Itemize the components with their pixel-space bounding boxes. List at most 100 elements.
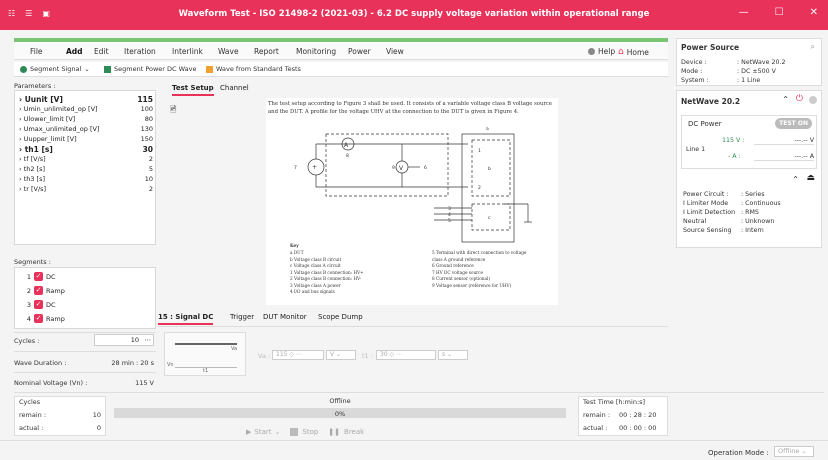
wave-from-standard-button[interactable]: Wave from Standard Tests — [206, 65, 301, 73]
va-input[interactable]: 115 ◇ ⋯ — [272, 350, 324, 360]
key-entry: 9 Voltage sensor (reference for UHV) — [432, 282, 512, 288]
tab-signal-dc[interactable]: 15 : Signal DC — [158, 313, 214, 325]
parameter-row[interactable]: › tf [V/s] 2 — [17, 155, 155, 164]
segment-name: Ramp — [46, 314, 65, 323]
image-icon[interactable]: 🖻 — [170, 104, 176, 118]
help-button[interactable]: Help — [588, 47, 615, 56]
plug-icon[interactable]: ⏏ — [806, 173, 815, 183]
parameter-name-text: th2 [s] — [23, 165, 46, 173]
tab-channel[interactable]: Channel — [220, 84, 249, 92]
collapse-icon[interactable]: ⌃ — [782, 95, 789, 104]
home-button[interactable]: ⌂ Home — [618, 47, 649, 57]
power-detail-label: Source Sensing — [683, 227, 732, 234]
menu-add[interactable]: Add — [66, 47, 83, 56]
parameter-name: › th3 [s] — [19, 175, 45, 183]
label-7: 7 — [294, 165, 297, 171]
parameter-value[interactable]: 2 — [149, 155, 153, 163]
segment-row[interactable]: 3 ✓ DC — [21, 299, 56, 310]
chevron-right-icon: › — [19, 185, 22, 193]
segment-checkbox[interactable]: ✓ — [34, 272, 43, 281]
operation-mode-select[interactable]: Offline ⌄ — [774, 446, 814, 457]
parameter-row[interactable]: › Umin_unlimited_op [V] 100 — [17, 105, 155, 114]
parameter-value[interactable]: 10 — [145, 175, 153, 183]
signal-tabs: 15 : Signal DC Trigger DUT Monitor Scope… — [158, 313, 458, 325]
parameter-value[interactable]: 80 — [145, 115, 153, 123]
tab-dut-monitor[interactable]: DUT Monitor — [263, 313, 307, 321]
progress-bar: 0% — [114, 408, 566, 418]
segment-power-dc-wave-button[interactable]: Segment Power DC Wave — [104, 65, 197, 73]
close-button[interactable]: ✕ — [810, 7, 818, 18]
parameter-value[interactable]: 115 — [137, 95, 153, 104]
parameter-value[interactable]: 30 — [143, 145, 153, 154]
test-on-button[interactable]: TEST ON — [775, 118, 812, 129]
test-time-remain-label: remain : — [583, 411, 611, 419]
parameter-name-text: Ulower_limit [V] — [23, 115, 76, 123]
menu-interlink[interactable]: Interlink — [172, 47, 203, 56]
t1-axis-label: t1 — [203, 368, 209, 374]
menu-report[interactable]: Report — [254, 47, 279, 56]
menu-edit[interactable]: Edit — [94, 47, 109, 56]
segment-row[interactable]: 2 ✓ Ramp — [21, 285, 65, 296]
connection-icon[interactable]: ⌕ — [811, 42, 815, 52]
parameter-row[interactable]: › Uunit [V] 115 — [17, 95, 155, 104]
stop-button[interactable]: Stop — [290, 428, 318, 436]
power-source-panel: Power Source ⌕ Device : : NetWave 20.2 M… — [676, 38, 822, 86]
parameter-row[interactable]: › Umax_unlimited_op [V] 130 — [17, 125, 155, 134]
menu-file[interactable]: File — [30, 47, 43, 56]
operation-mode-value: Offline — [778, 447, 800, 455]
parameter-value[interactable]: 5 — [149, 165, 153, 173]
line1-label: Line 1 — [686, 146, 706, 153]
maximize-button[interactable]: ☐ — [775, 7, 784, 18]
power-detail-label: I Limit Detection — [683, 209, 736, 216]
parameter-row[interactable]: › tr [V/s] 2 — [17, 185, 155, 194]
segment-checkbox[interactable]: ✓ — [34, 314, 43, 323]
t1-unit: s — [442, 351, 446, 358]
parameter-row[interactable]: › th2 [s] 5 — [17, 165, 155, 174]
tab-trigger[interactable]: Trigger — [230, 313, 254, 321]
menu-power[interactable]: Power — [348, 47, 371, 56]
parameter-value[interactable]: 130 — [141, 125, 153, 133]
home-label: Home — [626, 47, 649, 57]
segment-checkbox[interactable]: ✓ — [34, 286, 43, 295]
mode-label: Mode : — [681, 68, 703, 75]
run-status: Offline — [329, 397, 351, 405]
status-bar: Operation Mode : Offline ⌄ — [0, 440, 828, 460]
parameter-value[interactable]: 2 — [149, 185, 153, 193]
parameter-value[interactable]: 100 — [141, 105, 153, 113]
segment-name: Ramp — [46, 286, 65, 295]
t1-unit-select[interactable]: s ⌄ — [438, 350, 468, 360]
segment-row[interactable]: 1 ✓ DC — [21, 271, 56, 282]
parameter-row[interactable]: › Uupper_limit [V] 150 — [17, 135, 155, 144]
parameter-row[interactable]: › Ulower_limit [V] 80 — [17, 115, 155, 124]
label-b: b — [488, 166, 491, 172]
start-button[interactable]: ▶ Start ⌄ — [246, 428, 280, 436]
segment-row[interactable]: 4 ✓ Ramp — [21, 313, 65, 324]
minimize-button[interactable]: — — [739, 7, 749, 18]
t1-input[interactable]: 30 ◇ ⋯ — [376, 350, 436, 360]
power-detail-label: I Limiter Mode — [683, 200, 729, 207]
label-1: 1 — [478, 148, 481, 154]
menu-wave[interactable]: Wave — [218, 47, 239, 56]
collapse-icon[interactable]: ⌃ — [792, 175, 799, 184]
parameter-row[interactable]: › th1 [s] 30 — [17, 145, 155, 154]
segment-signal-button[interactable]: Segment Signal ⌄ — [20, 65, 90, 73]
cycles-input[interactable]: 10 ⋯ — [94, 334, 154, 346]
ellipsis-icon[interactable]: ⋯ — [145, 335, 152, 345]
parameter-name-text: tr [V/s] — [23, 185, 47, 193]
segment-checkbox[interactable]: ✓ — [34, 300, 43, 309]
power-icon[interactable]: ⏻ — [796, 94, 803, 104]
parameter-name-text: Umax_unlimited_op [V] — [23, 125, 100, 133]
menu-view[interactable]: View — [386, 47, 404, 56]
toolbar: Segment Signal ⌄ Segment Power DC Wave W… — [14, 62, 668, 77]
menu-iteration[interactable]: Iteration — [124, 47, 156, 56]
menu-monitoring[interactable]: Monitoring — [296, 47, 336, 56]
netwave-panel: NetWave 20.2 ⌃ ⏻ DC Power TEST ON Line 1… — [676, 90, 822, 248]
parameter-row[interactable]: › th3 [s] 10 — [17, 175, 155, 184]
tab-test-setup[interactable]: Test Setup — [172, 84, 214, 96]
ammeter-label: A — [344, 142, 349, 149]
parameter-value[interactable]: 150 — [141, 135, 153, 143]
break-button[interactable]: ❚❚ Break — [328, 428, 364, 436]
segment-number: 1 — [26, 272, 31, 281]
tab-scope-dump[interactable]: Scope Dump — [318, 313, 363, 321]
va-unit-select[interactable]: V ⌄ — [326, 350, 356, 360]
